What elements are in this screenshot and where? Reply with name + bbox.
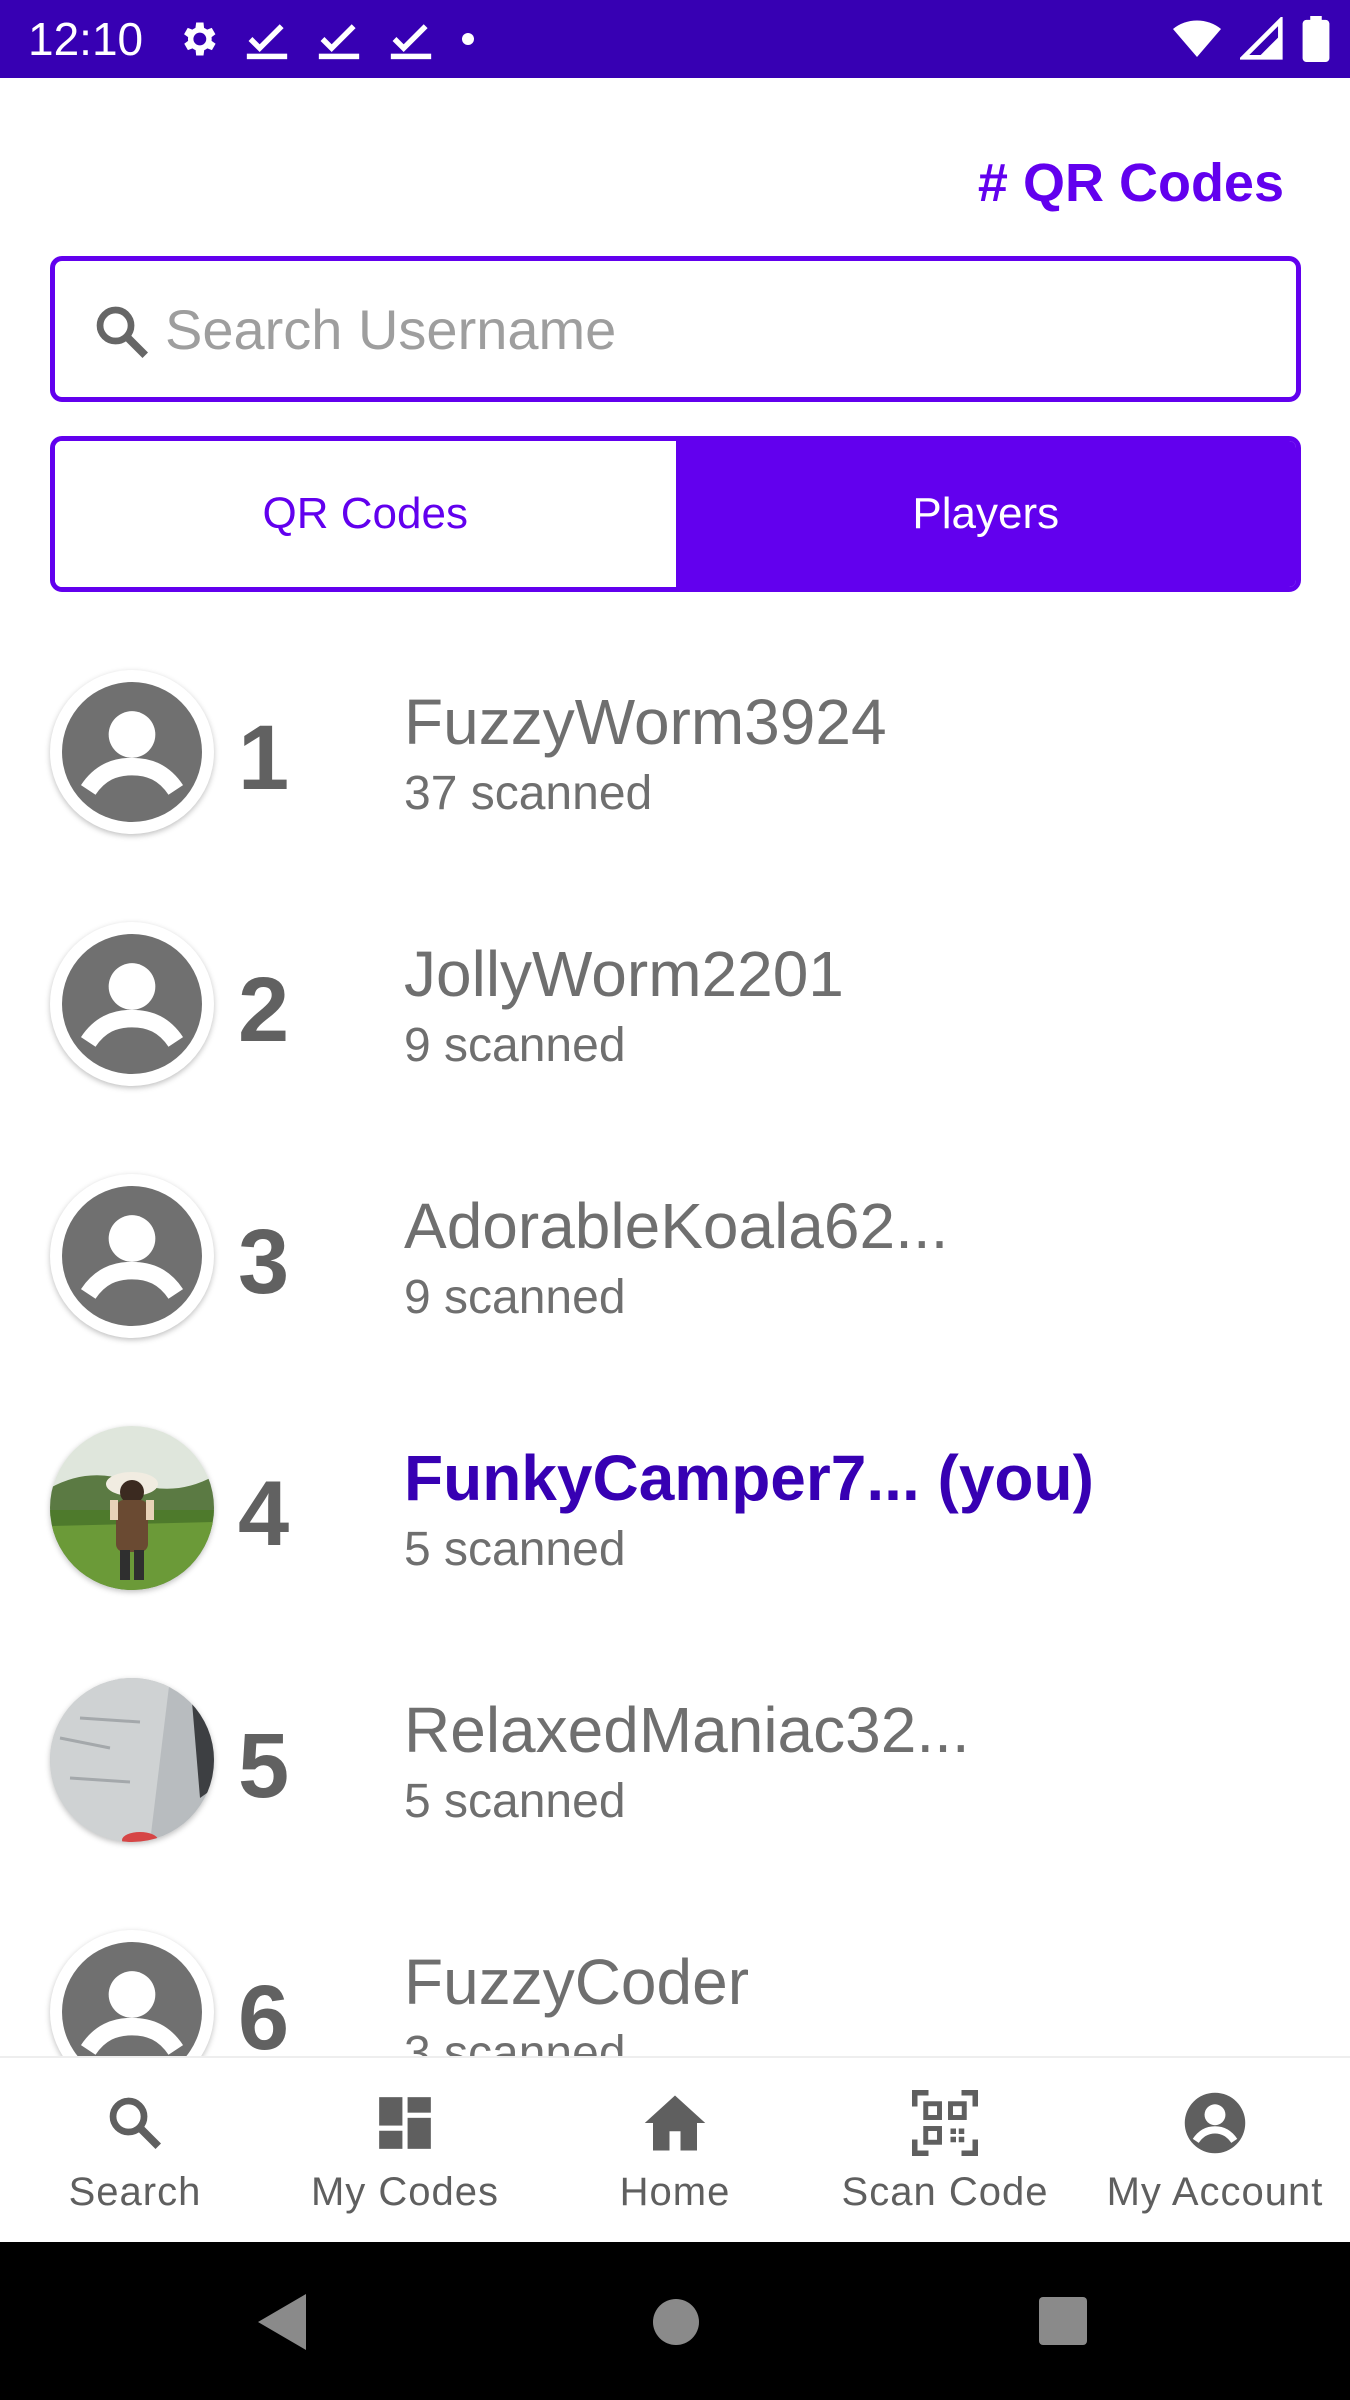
player-row[interactable]: 2 JollyWorm2201 9 scanned: [0, 892, 1350, 1144]
player-rank: 5: [238, 1715, 290, 1817]
status-time: 12:10: [28, 13, 144, 65]
check-download-icon: [314, 17, 364, 61]
player-scanned-count: 5 scanned: [404, 1775, 626, 1828]
dot-icon: [458, 29, 478, 49]
player-name: FuzzyCoder: [404, 1946, 749, 2018]
home-icon: [642, 2090, 708, 2156]
player-name: FuzzyWorm3924: [404, 686, 887, 758]
nav-scan-code-label: Scan Code: [841, 2170, 1049, 2214]
avatar: [50, 670, 214, 834]
player-scanned-count: 9 scanned: [404, 1271, 626, 1324]
toggle-qr-codes-label: QR Codes: [262, 489, 468, 538]
avatar-photo-hiker: [50, 1426, 214, 1590]
player-row[interactable]: 5 RelaxedManiac32... 5 scanned: [0, 1648, 1350, 1900]
status-notification-icons: [176, 14, 478, 64]
nav-home[interactable]: Home: [540, 2058, 810, 2242]
dashboard-icon: [374, 2090, 436, 2156]
home-circle-icon[interactable]: [652, 2298, 700, 2351]
default-avatar-icon: [62, 934, 202, 1074]
page-title: # QR Codes: [977, 153, 1284, 213]
search-box[interactable]: [50, 256, 1301, 402]
search-input[interactable]: [163, 281, 1263, 377]
signal-icon: [1240, 17, 1284, 61]
player-rank: 6: [238, 1967, 290, 2056]
back-icon[interactable]: [254, 2290, 310, 2359]
player-row[interactable]: 6 FuzzyCoder 3 scanned: [0, 1900, 1350, 2056]
avatar: [50, 1174, 214, 1338]
nav-search-label: Search: [68, 2170, 202, 2214]
player-name: JollyWorm2201: [404, 938, 844, 1010]
check-download-icon: [242, 17, 292, 61]
view-toggle: QR Codes Players: [50, 436, 1301, 592]
player-rank: 1: [238, 707, 290, 809]
player-scanned-count: 9 scanned: [404, 1019, 626, 1072]
player-scanned-count: 5 scanned: [404, 1523, 626, 1576]
nav-my-codes[interactable]: My Codes: [270, 2058, 540, 2242]
nav-my-account-label: My Account: [1106, 2170, 1324, 2214]
nav-scan-code[interactable]: Scan Code: [810, 2058, 1080, 2242]
toggle-players-label: Players: [912, 489, 1060, 538]
battery-icon: [1302, 16, 1330, 62]
nav-home-label: Home: [619, 2170, 731, 2214]
player-row[interactable]: 3 AdorableKoala62... 9 scanned: [0, 1144, 1350, 1396]
player-scanned-count: 37 scanned: [404, 767, 653, 820]
toggle-qr-codes[interactable]: QR Codes: [55, 441, 676, 587]
nav-my-account[interactable]: My Account: [1080, 2058, 1350, 2242]
player-rank: 4: [238, 1463, 290, 1565]
player-row[interactable]: 1 FuzzyWorm3924 37 scanned: [0, 640, 1350, 892]
nav-my-codes-label: My Codes: [310, 2170, 500, 2214]
hiker-photo-image: [50, 1426, 214, 1590]
player-scanned-count: 3 scanned: [404, 2027, 626, 2056]
account-icon: [1182, 2090, 1248, 2156]
check-download-icon: [386, 17, 436, 61]
avatar: [50, 922, 214, 1086]
system-navigation-bar: [0, 2242, 1350, 2400]
player-list[interactable]: 1 FuzzyWorm3924 37 scanned 2 JollyWorm22…: [0, 640, 1350, 2056]
nav-search[interactable]: Search: [0, 2058, 270, 2242]
default-avatar-icon: [62, 1942, 202, 2056]
toggle-players[interactable]: Players: [675, 441, 1296, 587]
search-icon: [104, 2090, 166, 2156]
default-avatar-icon: [62, 682, 202, 822]
wall-photo-image: [50, 1678, 214, 1842]
player-name: AdorableKoala62...: [404, 1190, 949, 1262]
status-system-icons: [1172, 14, 1330, 64]
qr-scan-icon: [912, 2090, 978, 2156]
avatar-photo-wall: [50, 1678, 214, 1842]
bottom-navigation: Search My Codes Home Scan Code My Accoun…: [0, 2056, 1350, 2242]
player-name: FunkyCamper7... (you): [404, 1442, 1094, 1514]
player-rank: 2: [238, 959, 290, 1061]
search-icon: [91, 301, 153, 368]
player-row-current-user[interactable]: 4 FunkyCamper7... (you) 5 scanned: [0, 1396, 1350, 1648]
default-avatar-icon: [62, 1186, 202, 1326]
avatar: [50, 1930, 214, 2056]
recent-apps-icon[interactable]: [1038, 2296, 1088, 2351]
player-rank: 3: [238, 1211, 290, 1313]
wifi-icon: [1172, 19, 1222, 59]
player-name: RelaxedManiac32...: [404, 1694, 970, 1766]
status-bar: 12:10: [0, 0, 1350, 78]
gear-icon: [176, 17, 220, 61]
